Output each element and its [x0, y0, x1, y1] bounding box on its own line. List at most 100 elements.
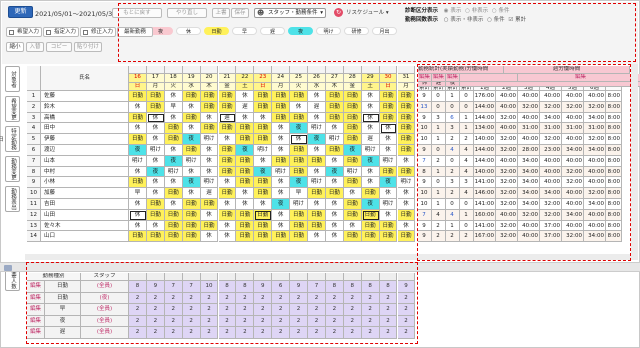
shift-cell[interactable]: 夜 — [182, 177, 201, 189]
shift-cell[interactable]: 遅 — [236, 101, 255, 113]
shift-cell[interactable]: 日勤 — [146, 209, 165, 221]
shift-cell[interactable]: 日勤 — [146, 91, 165, 102]
shift-cell[interactable]: 日勤 — [308, 209, 326, 221]
shift-cell[interactable]: 明け — [200, 177, 219, 189]
shift-cell[interactable]: 日勤 — [218, 209, 237, 221]
shift-cell[interactable]: 日勤 — [325, 145, 344, 156]
shift-cell[interactable]: 休 — [397, 199, 416, 210]
shift-cell[interactable]: 休 — [397, 155, 416, 167]
overwrite-button[interactable]: 上書 — [212, 8, 230, 18]
shift-cell[interactable]: 休 — [129, 166, 147, 178]
shift-cell[interactable]: 日勤 — [290, 112, 308, 124]
required-staff-target[interactable]: (全員) — [81, 304, 129, 316]
shift-cell[interactable]: 休 — [361, 101, 380, 113]
weekly-edit-link[interactable]: 編集 — [518, 74, 640, 82]
shift-cell[interactable]: 日勤 — [164, 220, 183, 232]
shift-cell[interactable]: 日勤 — [164, 188, 183, 199]
shift-cell[interactable]: 日勤 — [164, 134, 183, 145]
undo-button[interactable]: もとに戻す — [112, 8, 162, 18]
shift-cell[interactable]: 休 — [254, 155, 273, 167]
shift-cell[interactable]: 休 — [146, 134, 165, 145]
shift-cell[interactable]: 休 — [146, 188, 165, 199]
side-tab[interactable]: 特定勤務日 — [0, 126, 20, 152]
shift-cell[interactable]: 日勤 — [272, 101, 291, 113]
shift-cell[interactable]: 休 — [236, 91, 255, 102]
input-mode-button[interactable]: 指定入力 — [43, 27, 79, 37]
shift-cell[interactable]: 休 — [129, 101, 147, 113]
radio-condition[interactable]: ○ 条件 — [492, 8, 510, 14]
stats-edit-link[interactable]: 編集 — [418, 74, 432, 82]
shift-cell[interactable]: 日勤 — [272, 155, 291, 167]
shift-cell[interactable]: 休 — [164, 177, 183, 189]
shift-cell[interactable]: 明け — [129, 155, 147, 167]
shift-cell[interactable]: 日勤 — [290, 220, 308, 232]
shift-cell[interactable]: 日勤 — [254, 209, 273, 221]
shift-cell[interactable]: 日勤 — [218, 166, 237, 178]
shift-cell[interactable]: 休 — [200, 209, 219, 221]
shift-cell[interactable]: 日勤 — [164, 209, 183, 221]
shift-cell[interactable]: 日勤 — [379, 231, 398, 243]
shift-cell[interactable]: 休 — [325, 220, 344, 232]
shift-cell[interactable]: 休 — [272, 209, 291, 221]
stats-edit-link[interactable]: 編集 — [432, 74, 446, 82]
shift-cell[interactable]: 休 — [290, 134, 308, 145]
edit-button[interactable]: 入替 — [26, 42, 44, 52]
shift-cell[interactable]: 休 — [200, 231, 219, 243]
shift-cell[interactable]: 日勤 — [343, 101, 362, 113]
shift-cell[interactable]: 日勤 — [236, 220, 255, 232]
shift-cell[interactable]: 日勤 — [272, 91, 291, 102]
shift-cell[interactable]: 日勤 — [308, 188, 326, 199]
shift-cell[interactable]: 明け — [164, 166, 183, 178]
shift-cell[interactable]: 日勤 — [379, 91, 398, 102]
shift-cell[interactable]: 日勤 — [290, 155, 308, 167]
shift-cell[interactable]: 休 — [379, 134, 398, 145]
shift-cell[interactable]: 日勤 — [343, 209, 362, 221]
shift-cell[interactable]: 日勤 — [325, 188, 344, 199]
shift-cell[interactable]: 夜 — [236, 145, 255, 156]
shift-cell[interactable]: 日勤 — [146, 231, 165, 243]
reschedule-button[interactable]: ↻ リスケジュール ▾ — [334, 8, 392, 18]
shift-cell[interactable]: 休 — [379, 209, 398, 221]
shift-cell[interactable]: 日勤 — [254, 101, 273, 113]
shift-cell[interactable]: 夜 — [308, 134, 326, 145]
shift-cell[interactable]: 夜 — [146, 166, 165, 178]
shift-cell[interactable]: 休 — [236, 112, 255, 124]
shift-cell[interactable]: 夜 — [254, 166, 273, 178]
shift-cell[interactable]: 日勤 — [325, 101, 344, 113]
redo-button[interactable]: やり直し — [167, 8, 207, 18]
shift-cell[interactable]: 日勤 — [290, 166, 308, 178]
shift-cell[interactable]: 日勤 — [218, 101, 237, 113]
shift-cell[interactable]: 休 — [308, 145, 326, 156]
shift-cell[interactable]: 明け — [379, 199, 398, 210]
shift-cell[interactable]: 休 — [272, 145, 291, 156]
shift-cell[interactable]: 日勤 — [361, 209, 380, 221]
shift-cell[interactable]: 遅 — [308, 101, 326, 113]
shift-cell[interactable]: 夜 — [379, 177, 398, 189]
required-staff-target[interactable]: (全員) — [81, 315, 129, 327]
shift-cell[interactable]: 明け — [200, 134, 219, 145]
shift-cell[interactable]: 日勤 — [397, 101, 416, 113]
shift-cell[interactable]: 休 — [218, 199, 237, 210]
shift-cell[interactable]: 日勤 — [325, 91, 344, 102]
shift-cell[interactable]: 夜 — [343, 145, 362, 156]
shift-cell[interactable]: 休 — [308, 166, 326, 178]
shift-cell[interactable]: 明け — [146, 145, 165, 156]
shift-cell[interactable]: 日勤 — [218, 91, 237, 102]
shift-cell[interactable]: 日勤 — [397, 134, 416, 145]
radio-condition-2[interactable]: ○ 条件 — [487, 17, 505, 23]
shift-cell[interactable]: 早 — [290, 188, 308, 199]
shift-cell[interactable]: 日勤 — [200, 91, 219, 102]
shift-cell[interactable]: 休 — [218, 231, 237, 243]
shift-cell[interactable]: 休 — [182, 101, 201, 113]
edit-button[interactable]: 縮小 — [6, 42, 24, 52]
shift-cell[interactable]: 日勤 — [182, 209, 201, 221]
shift-cell[interactable]: 日勤 — [254, 123, 273, 135]
horizontal-scrollbar[interactable] — [25, 254, 631, 260]
shift-cell[interactable]: 日勤 — [379, 220, 398, 232]
shift-cell[interactable]: 日勤 — [343, 112, 362, 124]
shift-cell[interactable]: 休 — [182, 123, 201, 135]
shift-cell[interactable]: 休 — [164, 112, 183, 124]
shift-cell[interactable]: 休 — [200, 155, 219, 167]
shift-cell[interactable]: 日勤 — [182, 231, 201, 243]
shift-cell[interactable]: 休 — [308, 112, 326, 124]
